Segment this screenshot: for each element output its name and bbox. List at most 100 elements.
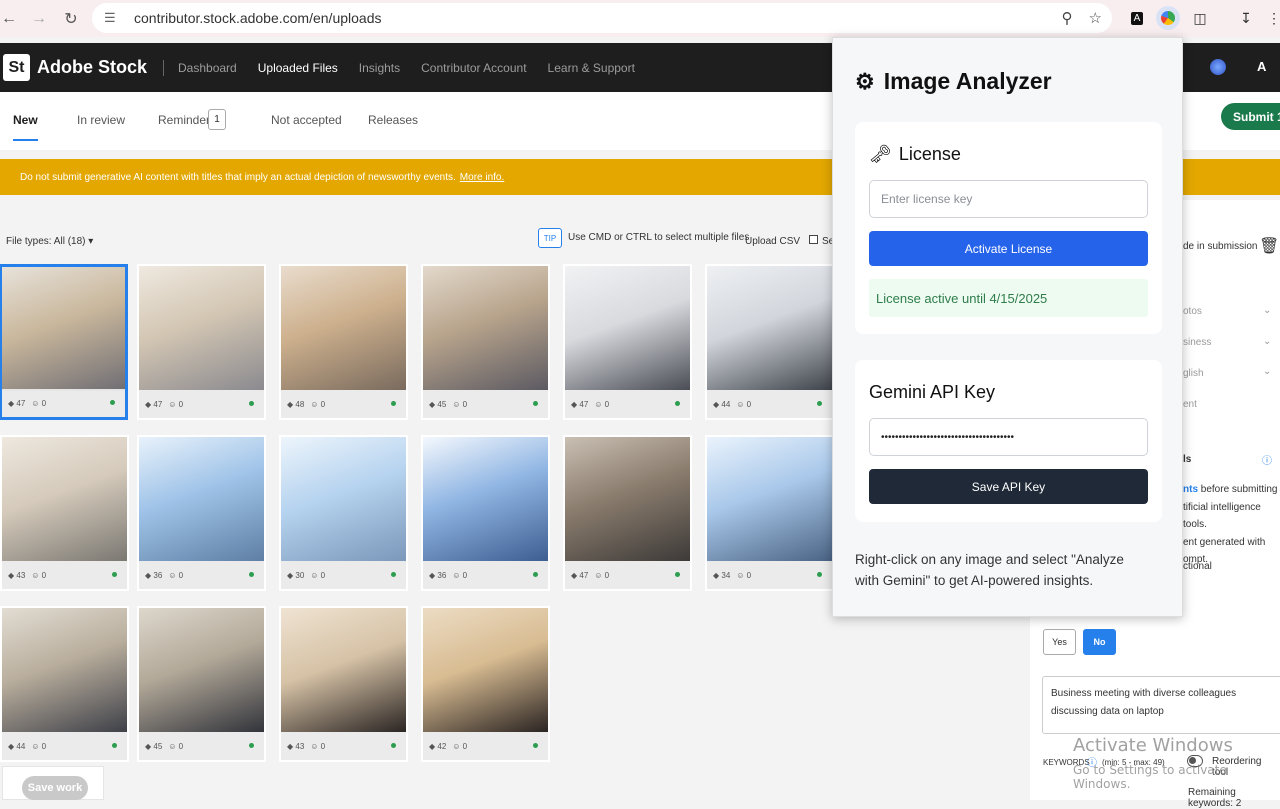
status-dot bbox=[817, 401, 822, 406]
save-work-button[interactable]: Save work bbox=[22, 776, 88, 800]
keyword-count: ◆ 44 bbox=[8, 741, 26, 751]
nav-contributor-account[interactable]: Contributor Account bbox=[421, 61, 526, 75]
people-count: ☺ 0 bbox=[594, 570, 610, 580]
tab-reminder[interactable]: Reminder bbox=[158, 113, 210, 127]
file-type-select[interactable]: otos bbox=[1183, 306, 1202, 317]
image-thumbnail bbox=[2, 267, 125, 391]
keyword-count: ◆ 44 bbox=[713, 399, 731, 409]
image-tile[interactable]: ◆ 30 ☺ 0 bbox=[279, 435, 408, 591]
image-thumbnail bbox=[139, 608, 264, 732]
people-count: ☺ 0 bbox=[168, 570, 184, 580]
forward-icon[interactable]: → bbox=[24, 10, 54, 28]
activate-windows-title: Activate Windows bbox=[1073, 735, 1233, 756]
site-info-icon[interactable]: ☰ bbox=[104, 10, 122, 26]
image-tile[interactable]: ◆ 43 ☺ 0 bbox=[279, 606, 408, 762]
image-tile[interactable]: ◆ 42 ☺ 0 bbox=[421, 606, 550, 762]
status-dot bbox=[533, 572, 538, 577]
tile-meta-bar: ◆ 36 ☺ 0 bbox=[423, 561, 548, 589]
nav-learn-support[interactable]: Learn & Support bbox=[548, 61, 635, 75]
image-tile[interactable]: ◆ 43 ☺ 0 bbox=[0, 435, 129, 591]
address-bar[interactable]: ☰ contributor.stock.adobe.com/en/uploads… bbox=[92, 3, 1112, 33]
tile-meta-bar: ◆ 47 ☺ 0 bbox=[2, 389, 125, 417]
license-key-input[interactable]: Enter license key bbox=[869, 180, 1148, 218]
image-tile[interactable]: ◆ 48 ☺ 0 bbox=[279, 264, 408, 420]
popup-instructions: Right-click on any image and select "Ana… bbox=[855, 552, 1124, 588]
image-tile[interactable]: ◆ 34 ☺ 0 bbox=[705, 435, 834, 591]
image-thumbnail bbox=[2, 437, 127, 561]
image-analyzer-extension-icon[interactable] bbox=[1156, 6, 1180, 30]
chevron-down-icon[interactable]: ⌄ bbox=[1263, 366, 1271, 377]
yes-button[interactable]: Yes bbox=[1043, 629, 1076, 655]
bookmark-star-icon[interactable]: ☆ bbox=[1089, 9, 1102, 27]
people-count: ☺ 0 bbox=[31, 398, 47, 408]
zoom-icon[interactable]: ⚲ bbox=[1062, 9, 1073, 27]
image-tile[interactable]: ◆ 36 ☺ 0 bbox=[137, 435, 266, 591]
info-icon[interactable]: ⓘ bbox=[1262, 452, 1272, 467]
status-dot bbox=[675, 401, 680, 406]
trash-icon[interactable]: 🗑 bbox=[1259, 236, 1279, 258]
tile-meta-bar: ◆ 43 ☺ 0 bbox=[281, 732, 406, 760]
reload-icon[interactable]: ↻ bbox=[56, 9, 86, 29]
header-divider bbox=[163, 59, 165, 76]
image-thumbnail bbox=[707, 437, 832, 561]
people-count: ☺ 0 bbox=[31, 741, 47, 751]
tab-in-review[interactable]: In review bbox=[77, 113, 125, 127]
submit-files-button[interactable]: Submit 18 f bbox=[1221, 103, 1280, 130]
adobe-logo-icon[interactable]: A bbox=[1257, 59, 1266, 74]
download-icon[interactable]: ↧ bbox=[1234, 6, 1258, 30]
tile-meta-bar: ◆ 45 ☺ 0 bbox=[139, 732, 264, 760]
file-types-filter[interactable]: File types: All (18) ▾ bbox=[6, 236, 93, 247]
image-tile[interactable]: ◆ 36 ☺ 0 bbox=[421, 435, 550, 591]
keyword-count: ◆ 34 bbox=[713, 570, 731, 580]
tip-badge: TIP bbox=[538, 228, 562, 248]
adobe-stock-logo[interactable]: St bbox=[3, 54, 30, 81]
image-tile[interactable]: ◆ 47 ☺ 0 bbox=[563, 435, 692, 591]
more-info-link[interactable]: More info. bbox=[460, 172, 504, 183]
nav-uploaded-files[interactable]: Uploaded Files bbox=[258, 61, 338, 75]
tab-new[interactable]: New bbox=[13, 113, 38, 141]
back-icon[interactable]: ← bbox=[0, 10, 24, 28]
people-count: ☺ 0 bbox=[168, 399, 184, 409]
image-tile[interactable]: ◆ 44 ☺ 0 bbox=[705, 264, 834, 420]
status-dot bbox=[249, 572, 254, 577]
people-count: ☺ 0 bbox=[594, 399, 610, 409]
keyword-count: ◆ 45 bbox=[429, 399, 447, 409]
title-textarea[interactable]: Business meeting with diverse colleagues… bbox=[1042, 676, 1280, 734]
tile-meta-bar: ◆ 34 ☺ 0 bbox=[707, 561, 832, 589]
tab-not-accepted[interactable]: Not accepted bbox=[271, 113, 342, 127]
select-all-checkbox[interactable] bbox=[809, 235, 818, 244]
menu-dots-icon[interactable]: ⋮ bbox=[1262, 6, 1280, 30]
extension-a-icon[interactable]: A bbox=[1125, 6, 1149, 30]
activate-license-button[interactable]: Activate License bbox=[869, 231, 1148, 266]
save-api-key-button[interactable]: Save API Key bbox=[869, 469, 1148, 504]
language-select[interactable]: glish bbox=[1183, 368, 1204, 379]
extensions-puzzle-icon[interactable]: ◫ bbox=[1188, 6, 1212, 30]
image-tile[interactable]: ◆ 44 ☺ 0 bbox=[0, 606, 129, 762]
image-thumbnail bbox=[281, 266, 406, 390]
nav-insights[interactable]: Insights bbox=[359, 61, 400, 75]
image-tile[interactable]: ◆ 47 ☺ 0 bbox=[563, 264, 692, 420]
chevron-down-icon[interactable]: ⌄ bbox=[1263, 305, 1271, 316]
image-tile[interactable]: ◆ 47 ☺ 0 bbox=[137, 264, 266, 420]
category-select[interactable]: siness bbox=[1183, 337, 1211, 348]
chevron-down-icon[interactable]: ⌄ bbox=[1263, 336, 1271, 347]
hide-in-submission-label: de in submission bbox=[1183, 241, 1258, 252]
nav-dashboard[interactable]: Dashboard bbox=[178, 61, 237, 75]
license-heading: 🗝 License bbox=[869, 144, 961, 164]
status-dot bbox=[112, 743, 117, 748]
image-tile[interactable]: ◆ 45 ☺ 0 bbox=[421, 264, 550, 420]
upload-csv-link[interactable]: Upload CSV bbox=[745, 236, 800, 247]
tile-meta-bar: ◆ 44 ☺ 0 bbox=[2, 732, 127, 760]
api-key-input[interactable]: •••••••••••••••••••••••••••••••••••••• bbox=[869, 418, 1148, 456]
tip-text: Use CMD or CTRL to select multiple files bbox=[568, 232, 750, 243]
globe-icon[interactable] bbox=[1210, 59, 1226, 75]
keyword-count: ◆ 47 bbox=[571, 399, 589, 409]
gear-icon: ⚙ bbox=[855, 68, 875, 94]
keyword-count: ◆ 47 bbox=[8, 398, 26, 408]
no-button[interactable]: No bbox=[1083, 629, 1116, 655]
image-tile[interactable]: ◆ 45 ☺ 0 bbox=[137, 606, 266, 762]
license-card: 🗝 License Enter license key Activate Lic… bbox=[855, 122, 1162, 334]
image-tile[interactable]: ◆ 47 ☺ 0 bbox=[0, 264, 128, 420]
site-title[interactable]: Adobe Stock bbox=[37, 57, 147, 78]
tab-releases[interactable]: Releases bbox=[368, 113, 418, 127]
